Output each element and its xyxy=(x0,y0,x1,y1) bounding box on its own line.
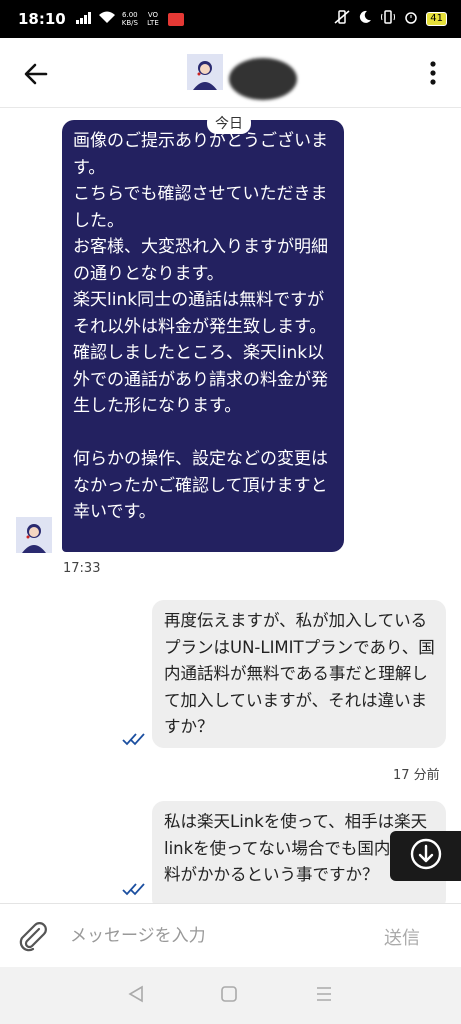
date-separator: 今日 xyxy=(207,112,251,134)
chat-header xyxy=(0,38,461,108)
volte-label: VO LTE xyxy=(147,11,159,27)
status-time: 18:10 xyxy=(18,10,66,28)
attach-paperclip-icon[interactable] xyxy=(17,920,47,952)
status-right-icons: 41 xyxy=(334,10,447,28)
status-left-icons: 6.00 KB/S VO LTE xyxy=(75,10,184,28)
signal-icon xyxy=(75,10,92,28)
mail-notification-icon xyxy=(167,12,184,26)
message-composer: 送信 xyxy=(0,903,461,967)
rotate-icon xyxy=(380,10,396,28)
read-check-icon xyxy=(122,881,148,896)
alarm-icon xyxy=(404,10,418,28)
moon-icon xyxy=(358,10,372,28)
status-bar: 18:10 6.00 KB/S VO LTE 41 xyxy=(0,0,461,38)
nav-back-icon[interactable] xyxy=(128,985,144,1007)
nav-home-icon[interactable] xyxy=(220,985,238,1007)
incoming-message-time: 17:33 xyxy=(63,561,101,576)
contact-name-redacted xyxy=(229,58,297,100)
net-speed-value: 6.00 xyxy=(122,11,138,19)
incoming-message-bubble[interactable]: 画像のご提示ありがとうございます。 こちらでも確認させていただきました。 お客様… xyxy=(62,120,344,552)
operator-avatar[interactable] xyxy=(187,54,223,90)
net-speed-unit: KB/S xyxy=(121,19,138,27)
net-speed: 6.00 KB/S xyxy=(122,11,138,27)
more-options-icon[interactable] xyxy=(427,60,439,86)
system-navigation-bar xyxy=(0,967,461,1024)
arrow-down-circle-icon xyxy=(409,837,443,875)
nav-menu-icon[interactable] xyxy=(315,986,333,1006)
back-button[interactable] xyxy=(22,60,50,88)
battery-indicator: 41 xyxy=(426,12,447,26)
wifi-icon xyxy=(98,10,116,28)
vibrate-icon xyxy=(334,10,350,28)
read-check-icon xyxy=(122,731,148,746)
scroll-to-bottom-button[interactable] xyxy=(390,831,461,881)
incoming-message-text: 画像のご提示ありがとうございます。 こちらでも確認させていただきました。 お客様… xyxy=(73,131,328,522)
outgoing-message-time: 17 分前 xyxy=(393,768,440,783)
send-button[interactable]: 送信 xyxy=(384,924,420,950)
outgoing-message-bubble[interactable]: 再度伝えますが、私が加入しているプランはUN-LIMITプランであり、国内通話料… xyxy=(152,600,446,748)
operator-avatar-small xyxy=(16,517,52,553)
message-input[interactable] xyxy=(70,918,360,954)
message-list[interactable]: 今日 画像のご提示ありがとうございます。 こちらでも確認させていただきました。 … xyxy=(0,108,461,903)
